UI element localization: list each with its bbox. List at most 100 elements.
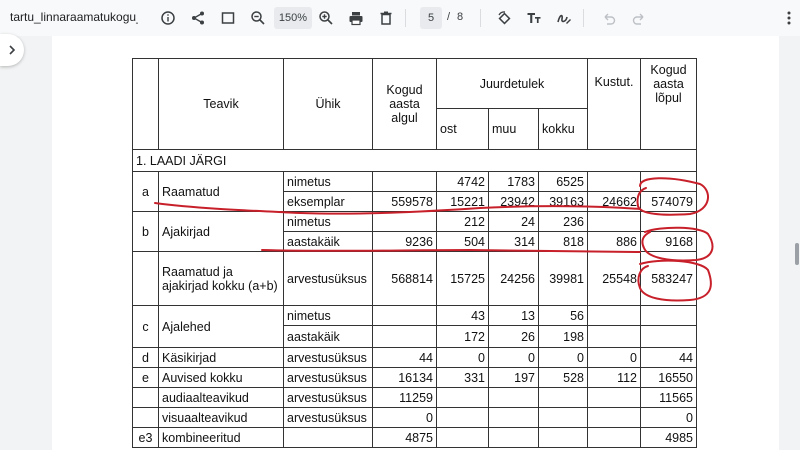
row-muu: 197 bbox=[488, 367, 539, 388]
row-kogud-lopul bbox=[640, 325, 697, 348]
row-kustut bbox=[587, 325, 641, 348]
row-kustut bbox=[587, 387, 641, 408]
row-letter: e3 bbox=[132, 427, 159, 448]
rotate-icon[interactable] bbox=[493, 7, 515, 29]
row-ost: 331 bbox=[436, 367, 489, 388]
table-row: d Käsikirjad arvestusüksus 44 0 0 0 0 44 bbox=[132, 347, 697, 368]
toolbar-divider bbox=[405, 9, 406, 27]
row-teavik: Ajalehed bbox=[158, 305, 284, 348]
row-kustut: 886 bbox=[587, 231, 641, 252]
row-teavik: Käsikirjad bbox=[158, 347, 284, 368]
row-ost: 172 bbox=[436, 325, 489, 348]
zoom-out-icon[interactable] bbox=[247, 7, 269, 29]
row-kustut bbox=[587, 171, 641, 192]
row-kogud-lopul: 16550 bbox=[640, 367, 697, 388]
row-teavik: Raamatud bbox=[158, 171, 284, 212]
share-icon[interactable] bbox=[187, 7, 209, 29]
header-kogud-algul: Kogud aasta algul bbox=[372, 58, 437, 150]
row-muu: 24256 bbox=[488, 251, 539, 306]
row-kogud-algul bbox=[372, 171, 437, 192]
row-muu bbox=[488, 387, 539, 408]
row-kokku: 198 bbox=[538, 325, 588, 348]
row-kokku bbox=[538, 407, 588, 428]
collection-table: Teavik Ühik Kogud aasta algul Juurdetule… bbox=[132, 58, 697, 448]
row-teavik: Raamatud ja ajakirjad kokku (a+b) bbox=[158, 251, 284, 306]
total-pages: 8 bbox=[457, 11, 464, 23]
row-unit: nimetus bbox=[283, 171, 373, 192]
row-letter: e bbox=[132, 367, 159, 388]
row-ost: 504 bbox=[436, 231, 489, 252]
table-row: a Raamatud nimetus 4742 1783 6525 bbox=[132, 171, 697, 212]
viewer-toolbar: tartu_linnaraamatukogu_a... 150% 5 / 8 bbox=[0, 0, 800, 36]
table-row: c Ajalehed nimetus 43 13 56 bbox=[132, 305, 697, 348]
chevron-right-icon bbox=[9, 45, 16, 55]
row-unit: arvestusüksus bbox=[283, 407, 373, 428]
row-ost bbox=[436, 407, 489, 428]
delete-icon[interactable] bbox=[375, 7, 397, 29]
row-muu: 26 bbox=[488, 325, 539, 348]
row-kustut: 25548 bbox=[587, 251, 641, 306]
print-icon[interactable] bbox=[345, 7, 367, 29]
page-number-input[interactable]: 5 bbox=[420, 7, 442, 29]
row-kogud-lopul: 44 bbox=[640, 347, 697, 368]
toolbar-divider bbox=[480, 9, 481, 27]
table-row: audiaalteavikud arvestusüksus 11259 11565 bbox=[132, 387, 697, 408]
row-kogud-lopul: 11565 bbox=[640, 387, 697, 408]
row-kogud-algul: 11259 bbox=[372, 387, 437, 408]
row-muu: 13 bbox=[488, 305, 539, 326]
row-kogud-algul bbox=[372, 325, 437, 348]
header-uhik: Ühik bbox=[283, 58, 373, 150]
table-row: visuaalteavikud arvestusüksus 0 0 bbox=[132, 407, 697, 428]
row-unit: aastakäik bbox=[283, 325, 373, 348]
row-kogud-algul: 16134 bbox=[372, 367, 437, 388]
row-ost: 4742 bbox=[436, 171, 489, 192]
row-unit: eksemplar bbox=[283, 191, 373, 212]
row-letter: c bbox=[132, 305, 159, 348]
row-kokku: 528 bbox=[538, 367, 588, 388]
row-kogud-algul: 44 bbox=[372, 347, 437, 368]
header-juurdetulek: Juurdetulek bbox=[436, 58, 588, 109]
row-kogud-lopul: 574079 bbox=[640, 191, 697, 212]
row-teavik: Auvised kokku bbox=[158, 367, 284, 388]
row-ost: 212 bbox=[436, 211, 489, 232]
sidebar-toggle-button[interactable] bbox=[0, 34, 24, 66]
row-kogud-algul: 0 bbox=[372, 407, 437, 428]
zoom-in-icon[interactable] bbox=[315, 7, 337, 29]
table-row: Raamatud ja ajakirjad kokku (a+b) arvestu… bbox=[132, 251, 697, 306]
row-muu: 314 bbox=[488, 231, 539, 252]
row-letter bbox=[132, 407, 159, 428]
row-muu: 23942 bbox=[488, 191, 539, 212]
row-ost: 0 bbox=[436, 347, 489, 368]
row-unit: arvestusüksus bbox=[283, 387, 373, 408]
row-ost bbox=[436, 427, 489, 448]
row-kokku bbox=[538, 387, 588, 408]
draw-annotation-icon[interactable] bbox=[553, 7, 575, 29]
row-ost: 15725 bbox=[436, 251, 489, 306]
more-options-icon[interactable] bbox=[778, 7, 800, 29]
header-kustut: Kustut. bbox=[587, 58, 641, 150]
redo-icon[interactable] bbox=[628, 7, 650, 29]
row-kogud-algul bbox=[372, 305, 437, 326]
row-teavik: audiaalteavikud bbox=[158, 387, 284, 408]
row-teavik: visuaalteavikud bbox=[158, 407, 284, 428]
row-letter: a bbox=[132, 171, 159, 212]
row-kogud-algul: 559578 bbox=[372, 191, 437, 212]
header-ost: ost bbox=[436, 108, 489, 150]
row-muu: 1783 bbox=[488, 171, 539, 192]
undo-icon[interactable] bbox=[598, 7, 620, 29]
row-muu bbox=[488, 407, 539, 428]
row-kustut: 0 bbox=[587, 347, 641, 368]
document-properties-icon[interactable] bbox=[157, 7, 179, 29]
row-kogud-lopul bbox=[640, 171, 697, 192]
row-kustut: 24662 bbox=[587, 191, 641, 212]
zoom-level-input[interactable]: 150% bbox=[274, 7, 312, 29]
row-kokku: 39981 bbox=[538, 251, 588, 306]
text-tool-icon[interactable] bbox=[523, 7, 545, 29]
row-kogud-algul: 9236 bbox=[372, 231, 437, 252]
fit-page-icon[interactable] bbox=[217, 7, 239, 29]
scrollbar-thumb[interactable] bbox=[795, 243, 799, 265]
row-kustut bbox=[587, 305, 641, 326]
row-ost bbox=[436, 387, 489, 408]
row-unit: arvestusüksus bbox=[283, 251, 373, 306]
pdf-page: Teavik Ühik Kogud aasta algul Juurdetule… bbox=[52, 36, 779, 450]
